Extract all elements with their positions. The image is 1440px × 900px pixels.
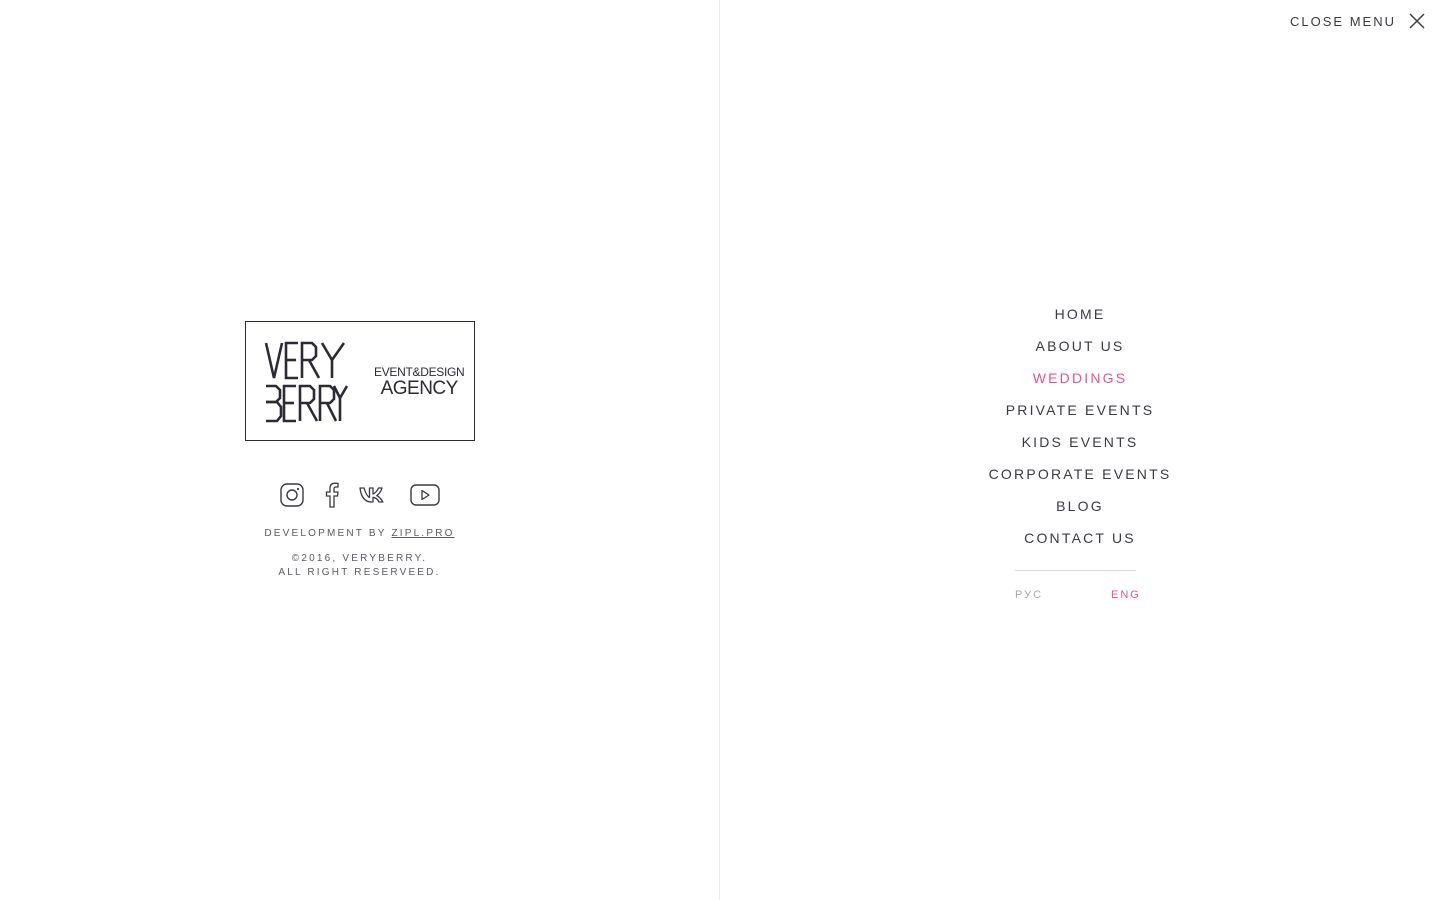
- veryberry-logo-mark: [264, 341, 348, 423]
- nav-item-about-us[interactable]: ABOUT US: [720, 332, 1440, 364]
- instagram-link[interactable]: [280, 483, 304, 507]
- zipl-link[interactable]: ZIPL.PRO: [391, 528, 454, 539]
- logo-tagline: EVENT&DESIGN AGENCY: [374, 366, 465, 399]
- vk-icon: [359, 487, 384, 503]
- main-navigation: HOME ABOUT US WEDDINGS PRIVATE EVENTS KI…: [720, 300, 1440, 556]
- close-menu-label: CLOSE MENU: [1290, 13, 1396, 29]
- language-en[interactable]: ENG: [1111, 589, 1141, 601]
- nav-item-home[interactable]: HOME: [720, 300, 1440, 332]
- youtube-icon: [410, 484, 440, 506]
- vk-link[interactable]: [359, 486, 389, 504]
- close-menu-button[interactable]: CLOSE MENU: [1290, 12, 1426, 30]
- left-panel: EVENT&DESIGN AGENCY DEVELOPMENT BY ZIPL.…: [0, 0, 719, 900]
- nav-item-kids-events[interactable]: KIDS EVENTS: [720, 428, 1440, 460]
- youtube-link[interactable]: [410, 484, 440, 506]
- nav-item-weddings[interactable]: WEDDINGS: [720, 364, 1440, 396]
- instagram-icon: [280, 483, 304, 507]
- development-credit: DEVELOPMENT BY ZIPL.PRO: [0, 528, 719, 539]
- logo-tagline-line2: AGENCY: [380, 378, 459, 399]
- menu-page: CLOSE MENU EVENT&DESIGN AGENCY DEVELOPME…: [0, 0, 1440, 900]
- language-divider: [1015, 570, 1136, 571]
- nav-item-corporate-events[interactable]: CORPORATE EVENTS: [720, 460, 1440, 492]
- facebook-icon: [325, 482, 339, 508]
- facebook-link[interactable]: [325, 482, 339, 508]
- close-icon[interactable]: [1408, 12, 1426, 30]
- social-links: [280, 480, 440, 510]
- nav-item-private-events[interactable]: PRIVATE EVENTS: [720, 396, 1440, 428]
- copyright: ©2016, VERYBERRY. ALL RIGHT RESERVEED.: [0, 552, 719, 580]
- brand-logo[interactable]: EVENT&DESIGN AGENCY: [245, 321, 475, 441]
- copyright-line1: ©2016, VERYBERRY.: [291, 553, 428, 564]
- copyright-line2: ALL RIGHT RESERVEED.: [278, 567, 441, 578]
- language-ru[interactable]: РУС: [1015, 589, 1043, 601]
- nav-item-blog[interactable]: BLOG: [720, 492, 1440, 524]
- dev-credit-prefix: DEVELOPMENT BY: [264, 528, 387, 539]
- nav-item-contact-us[interactable]: CONTACT US: [720, 524, 1440, 556]
